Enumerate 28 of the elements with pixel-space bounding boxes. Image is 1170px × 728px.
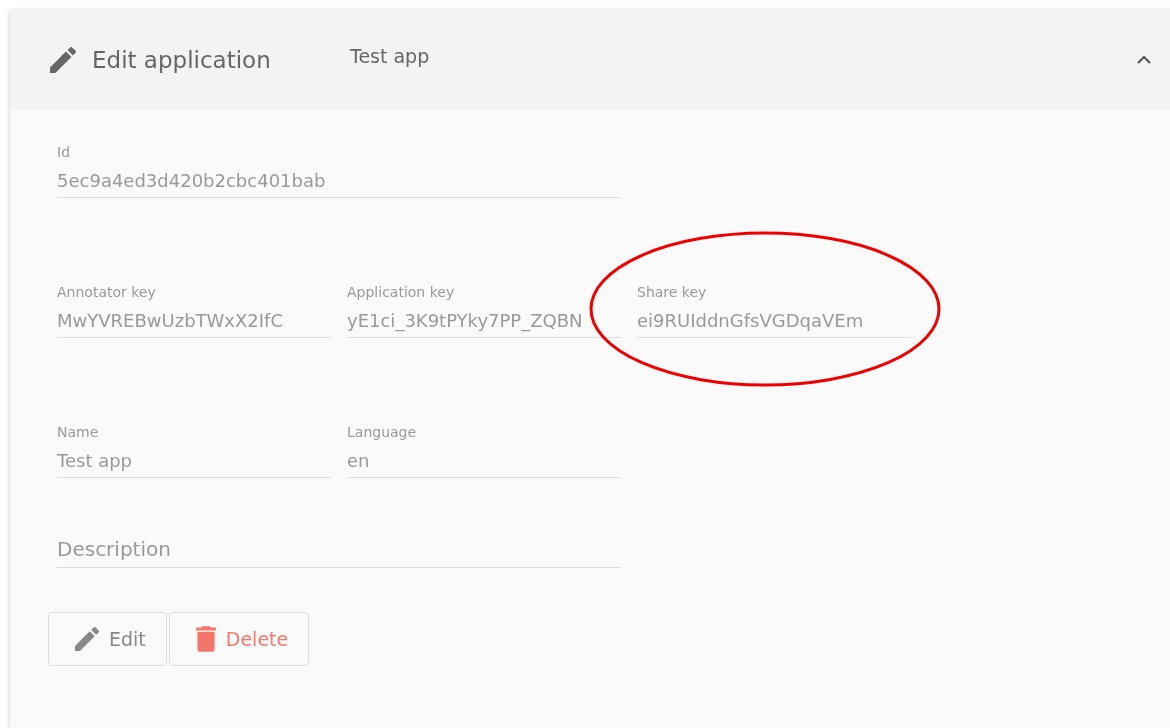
field-label: Annotator key	[57, 284, 156, 300]
text-field[interactable]: Language en	[347, 408, 621, 478]
text-field[interactable]: Id 5ec9a4ed3d420b2cbc401bab	[57, 128, 621, 198]
field-value: Test app	[57, 450, 133, 471]
field-label: Name	[57, 424, 99, 440]
field-value: ei9RUIddnGfsVGDqaVEm	[637, 310, 864, 331]
header-title: Edit application	[92, 47, 272, 73]
text-field[interactable]: Name Test app	[57, 408, 331, 478]
pencil-icon	[50, 47, 76, 73]
text-field[interactable]: Annotator key MwYVREBwUzbTWxX2IfC	[57, 268, 331, 338]
pencil-icon	[75, 627, 99, 651]
field-label: Language	[347, 424, 417, 440]
text-field[interactable]: Description	[57, 522, 621, 568]
text-field[interactable]: Application key yE1ci_3K9tPYky7PP_ZQBN	[347, 268, 621, 338]
field-value: 5ec9a4ed3d420b2cbc401bab	[57, 170, 326, 191]
field-value: en	[347, 450, 370, 471]
field-label: Id	[57, 144, 70, 160]
edit-button[interactable]: Edit	[48, 612, 167, 666]
field-value: yE1ci_3K9tPYky7PP_ZQBN	[347, 310, 583, 331]
field-placeholder: Description	[57, 537, 171, 561]
text-field[interactable]: Share key ei9RUIddnGfsVGDqaVEm	[637, 268, 911, 338]
field-label: Share key	[637, 284, 707, 300]
delete-button[interactable]: Delete	[168, 612, 310, 666]
chevron-icon[interactable]	[1136, 55, 1152, 65]
field-value: MwYVREBwUzbTWxX2IfC	[57, 310, 283, 331]
field-label: Application key	[347, 284, 455, 300]
trash-icon	[195, 625, 216, 653]
header-subtitle: Test app	[350, 45, 431, 67]
